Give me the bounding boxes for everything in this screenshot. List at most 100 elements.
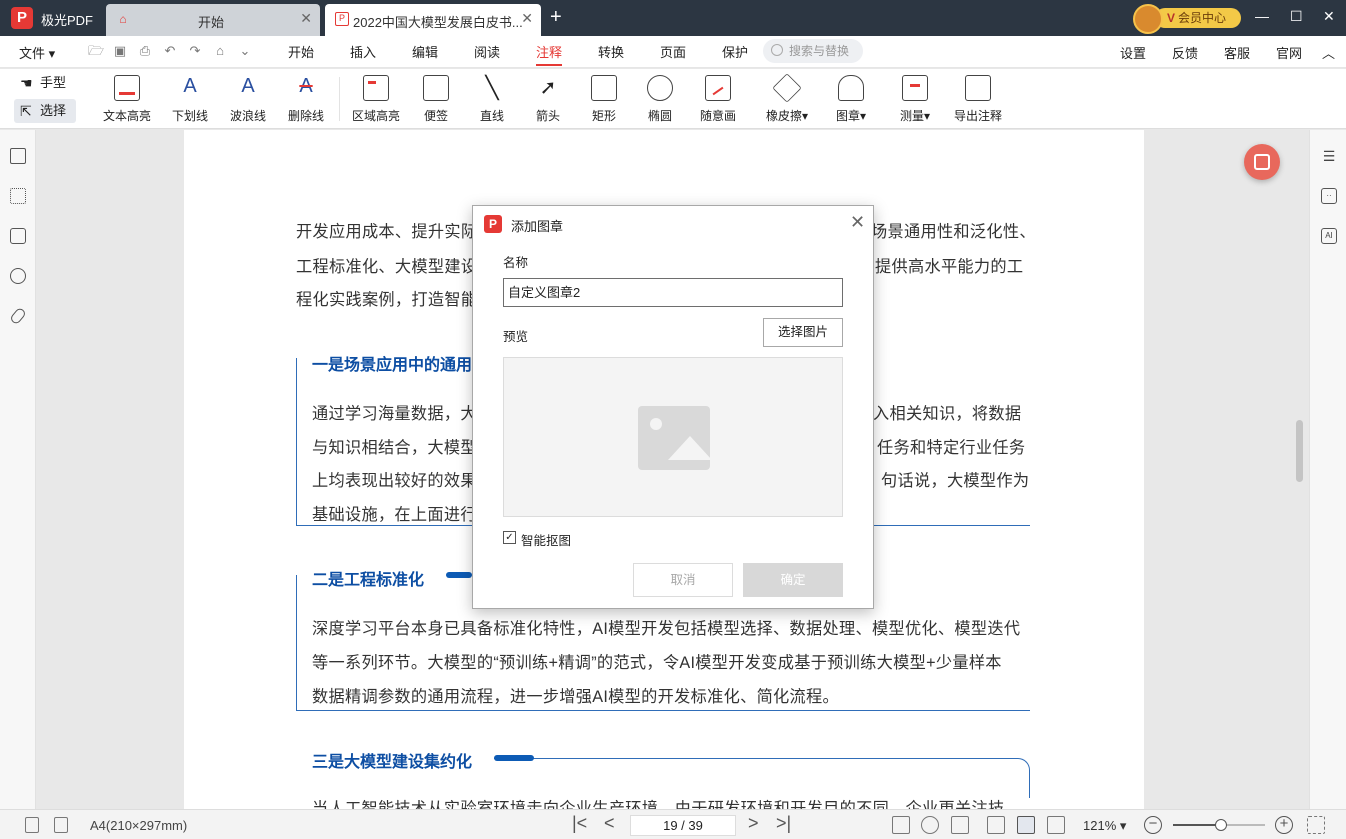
page-text-line: 等一系列环节。大模型的“预训练+精调”的范式，令AI模型开发变成基于预训练大模型… <box>312 654 1002 672</box>
line-icon: ╲ <box>485 75 499 100</box>
fullscreen-icon[interactable] <box>1307 816 1325 834</box>
fit-page-icon[interactable] <box>921 816 939 834</box>
stamp-name-input[interactable]: 自定义图章2 <box>503 278 843 307</box>
attachment-icon[interactable] <box>9 306 27 326</box>
page-text-line: 通过学习海量数据，大 <box>312 405 477 423</box>
hand-icon: ☚ <box>20 75 33 91</box>
ellipse-tool[interactable]: 椭圆 <box>647 75 673 124</box>
stamp-tool[interactable]: 图章▾ <box>834 75 868 124</box>
member-center-button[interactable]: V 会员中心 <box>1133 4 1242 34</box>
page-icon[interactable] <box>25 817 39 833</box>
settings-link[interactable]: 设置 <box>1120 43 1146 62</box>
underline-tool[interactable]: A 下划线 <box>170 75 210 124</box>
maximize-icon[interactable]: ☐ <box>1290 8 1303 25</box>
tab-protect[interactable]: 保护 <box>722 42 748 61</box>
new-tab-button[interactable]: + <box>550 6 562 29</box>
redo-icon[interactable]: ↷ <box>187 43 203 59</box>
arrow-tool[interactable]: ➚ 箭头 <box>535 75 561 124</box>
thumbnails-icon[interactable] <box>10 188 26 204</box>
zoom-level-select[interactable]: 121% ▾ <box>1083 818 1126 834</box>
float-tool-button[interactable] <box>1244 144 1280 180</box>
close-window-icon[interactable]: ✕ <box>1323 8 1335 25</box>
page-text-line: 深度学习平台本身已具备标准化特性，AI模型开发包括模型选择、数据处理、模型优化、… <box>312 620 1021 638</box>
add-stamp-dialog: P 添加图章 ✕ 名称 自定义图章2 预览 选择图片 ✓ 智能抠图 取消 确定 <box>472 205 874 609</box>
search-icon[interactable] <box>10 268 26 284</box>
save-icon[interactable]: ▣ <box>112 43 128 59</box>
comments-icon[interactable] <box>10 228 26 244</box>
more-icon[interactable]: ⌄ <box>237 43 253 59</box>
tab-annotate[interactable]: 注释 <box>536 42 563 66</box>
search-replace-input[interactable]: 搜索与替换 <box>763 39 863 63</box>
continuous-view-icon[interactable] <box>987 816 1005 834</box>
tab-read[interactable]: 阅读 <box>474 42 500 61</box>
select-tool[interactable]: ⇱ 选择 <box>14 99 76 123</box>
cancel-button[interactable]: 取消 <box>633 563 733 597</box>
last-page-icon[interactable]: >| <box>776 813 791 834</box>
prev-page-icon[interactable]: < <box>604 813 615 834</box>
zoom-out-icon[interactable]: − <box>1144 816 1162 834</box>
eraser-icon <box>772 73 802 103</box>
text-highlight-tool[interactable]: 文本高亮 <box>103 75 151 124</box>
strikethrough-tool[interactable]: A 删除线 <box>286 75 326 124</box>
properties-icon[interactable]: ☰ <box>1321 149 1337 166</box>
minimize-icon[interactable]: — <box>1255 8 1269 24</box>
zoom-slider-knob[interactable] <box>1214 819 1227 831</box>
file-menu[interactable]: 文件 ▾ <box>19 43 55 62</box>
freehand-tool[interactable]: 随意画 <box>699 75 737 124</box>
first-page-icon[interactable]: |< <box>572 813 587 834</box>
pdf-file-icon: P <box>335 12 349 26</box>
tab-start[interactable]: ⌂ 开始 ✕ <box>106 4 320 36</box>
image-placeholder-icon <box>638 406 712 470</box>
ok-button[interactable]: 确定 <box>743 563 843 597</box>
print-icon[interactable]: ⎙ <box>137 43 153 59</box>
undo-icon[interactable]: ↶ <box>162 43 178 59</box>
ai-icon[interactable]: AI <box>1321 228 1337 244</box>
tab-start[interactable]: 开始 <box>288 42 314 61</box>
search-icon <box>771 44 783 56</box>
close-dialog-icon[interactable]: ✕ <box>850 212 865 233</box>
page-number-input[interactable]: 19 / 39 <box>630 815 736 836</box>
zoom-in-icon[interactable]: + <box>1275 816 1293 834</box>
area-highlight-tool[interactable]: 区域高亮 <box>351 75 401 124</box>
collapse-ribbon-icon[interactable]: ︿ <box>1322 43 1335 62</box>
tab-edit[interactable]: 编辑 <box>412 42 438 61</box>
open-folder-icon[interactable]: 🗁 <box>88 43 104 59</box>
close-tab-icon[interactable]: ✕ <box>521 10 533 27</box>
choose-image-button[interactable]: 选择图片 <box>763 318 843 347</box>
tab-document[interactable]: P 2022中国大模型发展白皮书... ✕ <box>325 4 541 36</box>
tab-label: 开始 <box>198 15 225 30</box>
export-annotations-tool[interactable]: 导出注释 <box>953 75 1003 124</box>
wavy-line-icon: A <box>241 75 255 97</box>
freehand-icon <box>705 75 731 101</box>
rectangle-tool[interactable]: 矩形 <box>591 75 617 124</box>
smart-cutout-checkbox[interactable]: ✓ <box>503 531 516 544</box>
support-link[interactable]: 客服 <box>1224 43 1250 62</box>
page-export-icon[interactable] <box>54 817 68 833</box>
actual-size-icon[interactable] <box>892 816 910 834</box>
tab-page[interactable]: 页面 <box>660 42 686 61</box>
hand-tool[interactable]: ☚ 手型 <box>14 71 76 95</box>
left-sidebar <box>0 130 36 809</box>
share-icon[interactable]: ⌂ <box>212 43 228 59</box>
vertical-scrollbar[interactable] <box>1296 420 1303 482</box>
fit-width-icon[interactable] <box>951 816 969 834</box>
website-link[interactable]: 官网 <box>1276 43 1302 62</box>
zoom-slider[interactable] <box>1173 819 1265 831</box>
tab-insert[interactable]: 插入 <box>350 42 376 61</box>
feedback-link[interactable]: 反馈 <box>1172 43 1198 62</box>
eraser-tool[interactable]: 橡皮擦▾ <box>764 73 810 124</box>
app-logo-icon: P <box>11 7 33 29</box>
sticky-note-tool[interactable]: 便签 <box>423 75 449 124</box>
wavy-line-tool[interactable]: A 波浪线 <box>228 75 268 124</box>
close-tab-icon[interactable]: ✕ <box>300 10 312 27</box>
measure-tool[interactable]: 测量▾ <box>897 75 933 124</box>
line-tool[interactable]: ╲ 直线 <box>479 75 505 124</box>
member-center-label: V 会员中心 <box>1155 8 1241 28</box>
two-page-view-icon[interactable] <box>1047 816 1065 834</box>
tab-convert[interactable]: 转换 <box>598 42 624 61</box>
ai-chat-icon[interactable]: ·· <box>1321 188 1337 204</box>
word-convert-icon <box>1254 154 1270 170</box>
next-page-icon[interactable]: > <box>748 813 759 834</box>
bookmark-icon[interactable] <box>10 148 26 164</box>
single-page-view-icon[interactable] <box>1017 816 1035 834</box>
